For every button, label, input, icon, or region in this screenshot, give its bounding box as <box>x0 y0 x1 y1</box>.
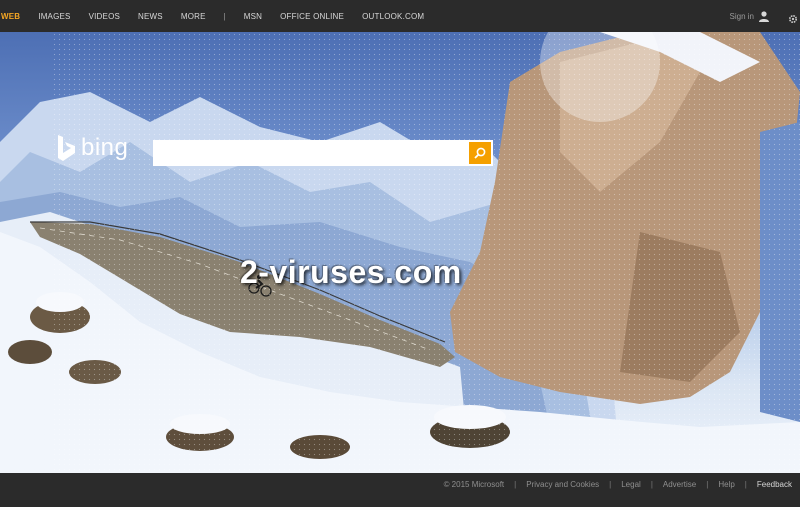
watermark-text: 2-viruses.com <box>240 254 462 290</box>
gear-icon[interactable] <box>788 14 798 24</box>
mountain-scene <box>0 32 800 473</box>
search-button[interactable] <box>469 142 491 164</box>
hero-background-image: bing 2-viruses.com <box>0 32 800 473</box>
footer-link-feedback[interactable]: Feedback <box>757 480 792 489</box>
search-input[interactable] <box>153 140 477 166</box>
footer-separator: | <box>609 480 612 489</box>
nav-msn[interactable]: MSN <box>244 12 262 21</box>
footer: © 2015 Microsoft | Privacy and Cookies |… <box>0 473 800 507</box>
user-icon[interactable] <box>758 10 770 22</box>
footer-separator: | <box>650 480 653 489</box>
footer-link-help[interactable]: Help <box>718 480 734 489</box>
nav-office-online[interactable]: OFFICE ONLINE <box>280 12 344 21</box>
search-icon <box>474 147 486 159</box>
nav-news[interactable]: NEWS <box>138 12 163 21</box>
nav-images[interactable]: IMAGES <box>38 12 70 21</box>
nav-videos[interactable]: VIDEOS <box>89 12 120 21</box>
copyright: © 2015 Microsoft <box>443 480 505 489</box>
footer-separator: | <box>744 480 747 489</box>
nav-separator: | <box>223 11 226 21</box>
brand-name: bing <box>81 134 129 161</box>
nav-outlook[interactable]: OUTLOOK.COM <box>362 12 424 21</box>
footer-link-privacy[interactable]: Privacy and Cookies <box>526 480 599 489</box>
top-bar: WEB IMAGES VIDEOS NEWS MORE | MSN OFFICE… <box>0 0 800 32</box>
search-box <box>153 140 493 166</box>
footer-links: © 2015 Microsoft | Privacy and Cookies |… <box>444 480 792 489</box>
footer-link-legal[interactable]: Legal <box>621 480 641 489</box>
footer-separator: | <box>514 480 517 489</box>
nav-web[interactable]: WEB <box>1 12 20 21</box>
footer-link-advertise[interactable]: Advertise <box>663 480 696 489</box>
main-nav: WEB IMAGES VIDEOS NEWS MORE | MSN OFFICE… <box>0 0 424 32</box>
sign-in-label[interactable]: Sign in <box>730 12 754 21</box>
bing-logo[interactable]: bing <box>55 134 128 162</box>
nav-more[interactable]: MORE <box>181 12 206 21</box>
sign-in[interactable]: Sign in <box>730 10 770 22</box>
bing-logo-icon <box>58 135 75 161</box>
footer-separator: | <box>706 480 709 489</box>
